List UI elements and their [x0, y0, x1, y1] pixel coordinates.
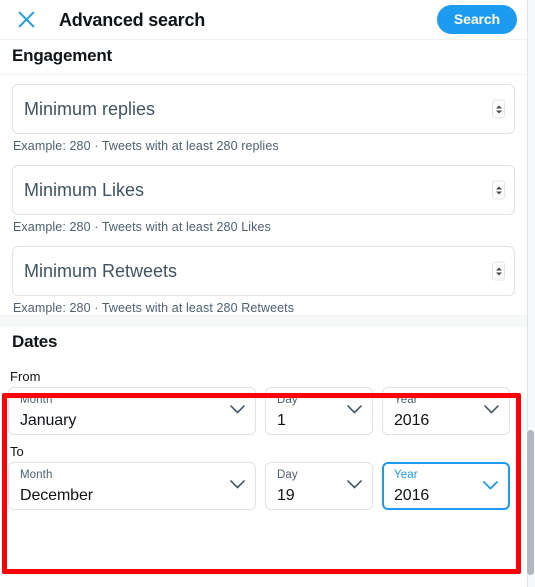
minimum-likes-helper-text: Example: 280 · Tweets with at least 280 …	[13, 220, 271, 234]
spinner-up-arrow-icon[interactable]	[495, 186, 502, 189]
chevron-down-icon[interactable]	[483, 481, 498, 490]
page-title: Advanced search	[59, 9, 206, 30]
from-month-value: January	[20, 412, 77, 429]
to-year-select[interactable]: Year 2016	[382, 462, 510, 510]
dialog-header: Advanced search Search	[0, 0, 527, 40]
minimum-retweets-input[interactable]	[13, 247, 514, 295]
minimum-retweets-field[interactable]	[12, 246, 515, 296]
from-month-label: Month	[20, 394, 53, 406]
to-date-row: Month December Day 19 Year 2016	[8, 462, 517, 510]
number-spinner-icon[interactable]	[492, 180, 505, 200]
search-button[interactable]: Search	[436, 5, 517, 34]
to-day-select[interactable]: Day 19	[265, 462, 373, 510]
chevron-down-icon[interactable]	[230, 480, 245, 489]
to-year-label: Year	[394, 469, 418, 481]
minimum-replies-input[interactable]	[13, 85, 514, 133]
number-spinner-icon[interactable]	[492, 99, 505, 119]
advanced-search-dialog: Advanced search Search Engagement Exampl…	[0, 0, 535, 587]
dialog-panel: Advanced search Search Engagement Exampl…	[0, 0, 528, 587]
to-month-select[interactable]: Month December	[8, 462, 256, 510]
from-date-row: Month January Day 1 Year 2016	[8, 387, 517, 435]
engagement-section-title: Engagement	[12, 46, 113, 65]
to-month-label: Month	[20, 469, 53, 481]
dates-section-title: Dates	[12, 332, 58, 351]
from-label: From	[10, 369, 41, 384]
chevron-down-icon[interactable]	[484, 405, 499, 414]
from-day-select[interactable]: Day 1	[265, 387, 373, 435]
to-label: To	[10, 444, 24, 459]
minimum-replies-helper-text: Example: 280 · Tweets with at least 280 …	[13, 139, 279, 153]
minimum-replies-field[interactable]	[12, 84, 515, 134]
field-group-minimum-replies: Example: 280 · Tweets with at least 280 …	[12, 84, 515, 153]
from-month-select[interactable]: Month January	[8, 387, 256, 435]
chevron-down-icon[interactable]	[347, 480, 362, 489]
chevron-down-icon[interactable]	[347, 405, 362, 414]
section-separator	[0, 315, 527, 326]
field-group-minimum-likes: Example: 280 · Tweets with at least 280 …	[12, 165, 515, 234]
spinner-down-arrow-icon[interactable]	[495, 110, 502, 113]
minimum-likes-field[interactable]	[12, 165, 515, 215]
field-group-minimum-retweets: Example: 280 · Tweets with at least 280 …	[12, 246, 515, 315]
close-icon	[18, 11, 35, 28]
number-spinner-icon[interactable]	[492, 261, 505, 281]
close-button[interactable]	[12, 6, 40, 34]
minimum-retweets-helper-text: Example: 280 · Tweets with at least 280 …	[13, 301, 295, 315]
engagement-section: Example: 280 · Tweets with at least 280 …	[0, 75, 527, 315]
from-year-select[interactable]: Year 2016	[382, 387, 510, 435]
spinner-down-arrow-icon[interactable]	[495, 191, 502, 194]
spinner-down-arrow-icon[interactable]	[495, 272, 502, 275]
spinner-up-arrow-icon[interactable]	[495, 105, 502, 108]
chevron-down-icon[interactable]	[230, 405, 245, 414]
minimum-likes-input[interactable]	[13, 166, 514, 214]
dates-section: From Month January Day 1 Year 2016 To Mo…	[0, 360, 527, 510]
to-month-value: December	[20, 487, 94, 504]
spinner-up-arrow-icon[interactable]	[495, 267, 502, 270]
scrollbar-thumb[interactable]	[527, 430, 534, 575]
